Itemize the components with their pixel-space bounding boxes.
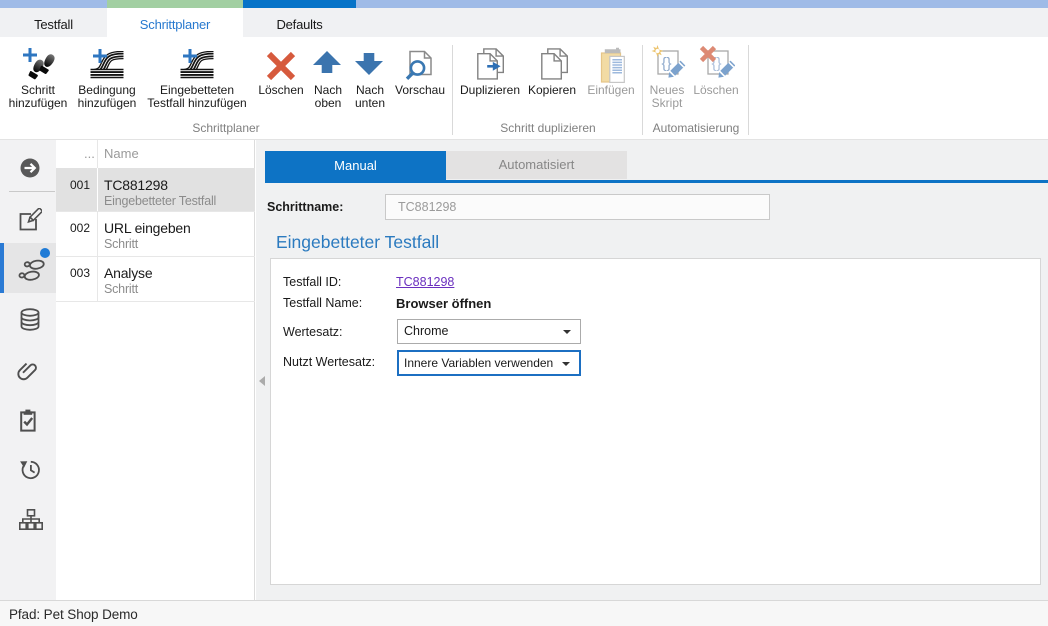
- svg-text:{}: {}: [662, 55, 672, 72]
